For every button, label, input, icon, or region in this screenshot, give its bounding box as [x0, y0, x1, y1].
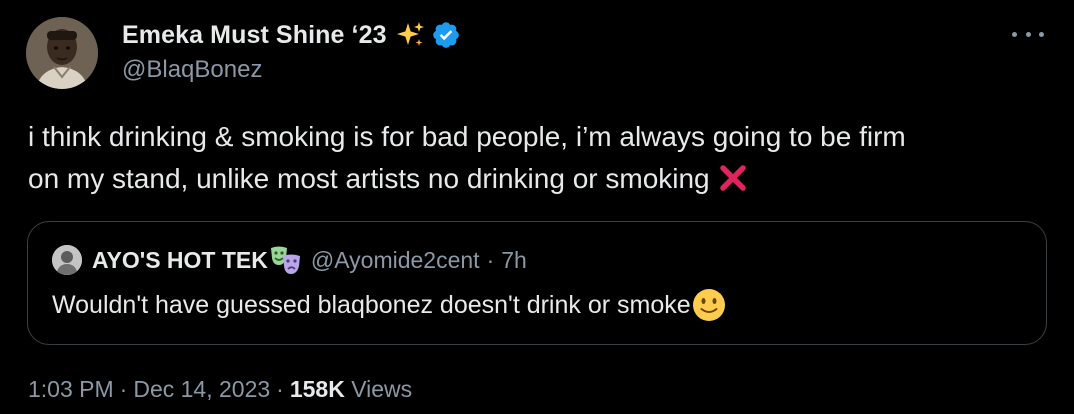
quoted-separator-dot: ·: [486, 246, 495, 273]
tweet-card: Emeka Must Shine ‘23 @BlaqBonez i think …: [0, 0, 1074, 414]
quoted-tweet-header: AYO'S HOT TEK @Ayomide2cent · 7h: [52, 244, 527, 276]
quoted-author-handle[interactable]: @Ayomide2cent: [311, 247, 480, 274]
quoted-author-avatar[interactable]: [52, 245, 82, 275]
tweet-text: i think drinking & smoking is for bad pe…: [28, 116, 1048, 200]
cross-mark-icon: [718, 163, 748, 193]
more-dot-icon: [1012, 31, 1017, 37]
author-name-row[interactable]: Emeka Must Shine ‘23: [122, 18, 461, 52]
views-count: 158K: [289, 376, 345, 402]
quoted-tweet-text: Wouldn't have guessed blaqbonez doesn't …: [52, 290, 691, 319]
more-dot-icon: [1039, 31, 1044, 37]
tweet-time[interactable]: 1:03 PM: [28, 376, 114, 402]
quoted-tweet-time[interactable]: 7h: [501, 247, 527, 274]
quoted-avatar-image: [52, 245, 82, 275]
quoted-author-name[interactable]: AYO'S HOT TEK: [92, 247, 268, 274]
tweet-meta-row: 1:03 PM · Dec 14, 2023 · 158K Views: [28, 376, 412, 403]
verified-badge-icon[interactable]: [431, 20, 461, 50]
meta-separator-dot: ·: [276, 376, 284, 402]
slightly-smiling-face-icon: [692, 288, 726, 322]
tweet-date[interactable]: Dec 14, 2023: [133, 376, 270, 402]
tweet-text-line-2: on my stand, unlike most artists no drin…: [28, 163, 710, 194]
avatar-image: [26, 17, 98, 89]
tweet-text-line-1: i think drinking & smoking is for bad pe…: [28, 121, 906, 152]
quoted-tweet-card[interactable]: AYO'S HOT TEK @Ayomide2cent · 7h Wouldn'…: [27, 221, 1047, 345]
author-avatar[interactable]: [26, 17, 98, 89]
author-handle[interactable]: @BlaqBonez: [122, 56, 262, 84]
performing-arts-masks-icon: [269, 244, 303, 276]
more-options-button[interactable]: [1012, 22, 1044, 46]
sparkles-icon: [395, 20, 425, 50]
quoted-tweet-text-row: Wouldn't have guessed blaqbonez doesn't …: [52, 288, 726, 322]
meta-separator-dot: ·: [119, 376, 128, 402]
more-dot-icon: [1025, 31, 1031, 37]
author-name[interactable]: Emeka Must Shine ‘23: [122, 21, 387, 50]
views-label: Views: [351, 376, 413, 402]
tweet-text-line-2-wrap: on my stand, unlike most artists no drin…: [28, 158, 1048, 200]
